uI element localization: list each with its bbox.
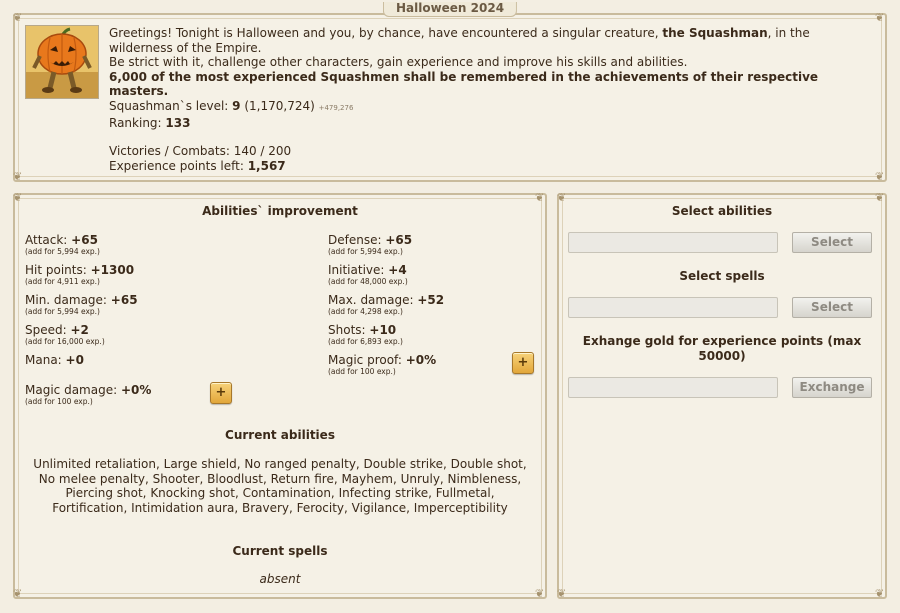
corner-ornament: ❦: [875, 11, 885, 24]
ranking-line: Ranking: 133: [109, 116, 191, 130]
current-spells-value: absent: [259, 572, 301, 586]
abilities-select-field[interactable]: [568, 232, 778, 253]
corner-ornament: ❦: [13, 587, 23, 600]
corner-ornament: ❦: [535, 587, 545, 600]
ability-attack: Attack: +65 (add for 5,994 exp.): [25, 233, 100, 256]
ability-magic-proof: Magic proof: +0% (add for 100 exp.): [328, 353, 437, 376]
corner-ornament: ❦: [875, 587, 885, 600]
exchange-heading: Exhange gold for experience points (max …: [582, 334, 862, 363]
corner-ornament: ❦: [13, 191, 23, 204]
ability-initiative: Initiative: +4 (add for 48,000 exp.): [328, 263, 408, 286]
corner-ornament: ❦: [875, 191, 885, 204]
add-magic-damage-button[interactable]: +: [210, 382, 232, 404]
ability-max-damage: Max. damage: +52 (add for 4,298 exp.): [328, 293, 445, 316]
select-spells-heading: Select spells: [679, 269, 765, 283]
ability-shots: Shots: +10 (add for 6,893 exp.): [328, 323, 403, 346]
ability-mana: Mana: +0: [25, 353, 84, 367]
level-line: Squashman`s level: 9 (1,170,724) +479,27…: [109, 99, 354, 113]
current-abilities-list: Unlimited retaliation, Large shield, No …: [33, 457, 527, 515]
current-abilities-heading: Current abilities: [225, 428, 335, 442]
intro-text: Greetings! Tonight is Halloween and you,…: [109, 26, 819, 98]
spells-select-field[interactable]: [568, 297, 778, 318]
corner-ornament: ❦: [875, 170, 885, 183]
selection-panel: ❦ ❦ ❦ ❦ Select abilities Select Select s…: [557, 191, 887, 600]
select-spells-button[interactable]: Select: [792, 297, 872, 318]
ability-hit-points: Hit points: +1300 (add for 4,911 exp.): [25, 263, 135, 286]
corner-ornament: ❦: [13, 170, 23, 183]
corner-ornament: ❦: [557, 587, 567, 600]
gold-amount-input[interactable]: [568, 377, 778, 398]
add-magic-proof-button[interactable]: +: [512, 352, 534, 374]
select-abilities-button[interactable]: Select: [792, 232, 872, 253]
abilities-heading: Abilities` improvement: [202, 204, 358, 218]
ability-magic-damage: Magic damage: +0% (add for 100 exp.): [25, 383, 152, 406]
corner-ornament: ❦: [535, 191, 545, 204]
squashman-avatar: [25, 25, 99, 99]
select-abilities-heading: Select abilities: [671, 204, 773, 218]
victories-line: Victories / Combats: 140 / 200: [109, 144, 292, 158]
abilities-panel: ❦ ❦ ❦ ❦ Abilities` improvement Attack: +…: [13, 191, 547, 600]
corner-ornament: ❦: [13, 11, 23, 24]
squashman-stats: Squashman`s level: 9 (1,170,724) +479,27…: [109, 99, 353, 174]
ability-speed: Speed: +2 (add for 16,000 exp.): [25, 323, 105, 346]
event-title: Halloween 2024: [382, 2, 518, 17]
exp-left-line: Experience points left: 1,567: [109, 159, 286, 173]
exchange-button[interactable]: Exchange: [792, 377, 872, 398]
ability-defense: Defense: +65 (add for 5,994 exp.): [328, 233, 413, 256]
corner-ornament: ❦: [557, 191, 567, 204]
current-spells-heading: Current spells: [232, 544, 328, 558]
event-info-panel: ❦ ❦ ❦ ❦ Halloween 2024 Greetings! Tonigh…: [13, 2, 887, 183]
ability-min-damage: Min. damage: +65 (add for 5,994 exp.): [25, 293, 138, 316]
